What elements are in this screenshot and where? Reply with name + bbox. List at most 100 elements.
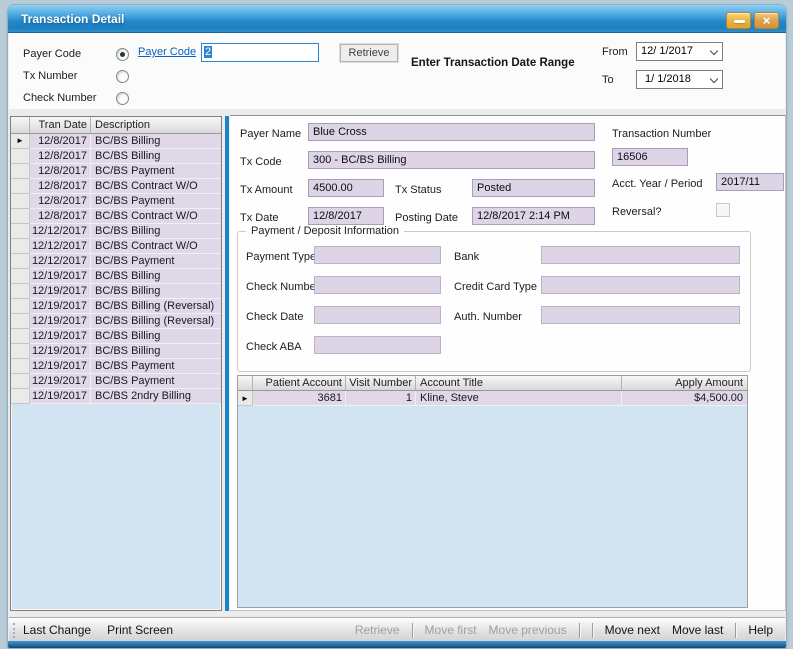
description-cell: BC/BS Payment xyxy=(91,194,221,209)
tran-date-cell: 12/19/2017 xyxy=(30,299,91,314)
description-cell: BC/BS Billing xyxy=(91,329,221,344)
toolbar-button-help[interactable]: Help xyxy=(748,623,773,637)
acct-year-period-field[interactable]: 2017/11 xyxy=(716,173,784,191)
close-button[interactable]: × xyxy=(754,12,779,29)
row-selector[interactable] xyxy=(11,164,30,179)
row-selector[interactable] xyxy=(11,284,30,299)
toolbar-button-move-next[interactable]: Move next xyxy=(605,623,660,637)
tran-date-column-header: Tran Date xyxy=(30,117,91,133)
auth-number-label: Auth. Number xyxy=(454,311,522,323)
radio-option-tx-number[interactable]: Tx Number xyxy=(23,65,129,87)
description-cell: BC/BS Contract W/O xyxy=(91,179,221,194)
transaction-list: Tran Date Description ►12/8/2017BC/BS Bi… xyxy=(10,116,222,611)
transaction-row[interactable]: 12/12/2017BC/BS Billing xyxy=(11,224,221,239)
transaction-row[interactable]: 12/12/2017BC/BS Payment xyxy=(11,254,221,269)
description-cell: BC/BS Payment xyxy=(91,374,221,389)
transaction-row[interactable]: 12/19/2017BC/BS Billing (Reversal) xyxy=(11,299,221,314)
description-cell: BC/BS Billing xyxy=(91,269,221,284)
transaction-row[interactable]: 12/12/2017BC/BS Contract W/O xyxy=(11,239,221,254)
transaction-number-field[interactable]: 16506 xyxy=(612,148,688,166)
radio-option-payer-code[interactable]: Payer Code xyxy=(23,43,129,65)
transaction-row[interactable]: 12/19/2017BC/BS Billing xyxy=(11,329,221,344)
visit-number-cell: 1 xyxy=(346,391,416,406)
radio-check-number[interactable] xyxy=(116,92,129,105)
row-selector[interactable] xyxy=(11,254,30,269)
transaction-row[interactable]: 12/19/2017BC/BS Billing xyxy=(11,284,221,299)
payer-code-input[interactable]: 2 xyxy=(201,43,319,62)
transaction-row[interactable]: 12/8/2017BC/BS Contract W/O xyxy=(11,179,221,194)
radio-payer-code[interactable] xyxy=(116,48,129,61)
description-cell: BC/BS Payment xyxy=(91,359,221,374)
toolbar-left-group: Last Change Print Screen xyxy=(23,619,173,641)
row-selector[interactable] xyxy=(11,374,30,389)
row-selector[interactable] xyxy=(11,194,30,209)
toolbar-button-move-last[interactable]: Move last xyxy=(672,623,723,637)
transaction-row[interactable]: ►12/8/2017BC/BS Billing xyxy=(11,134,221,149)
transaction-row[interactable]: 12/19/2017BC/BS 2ndry Billing xyxy=(11,389,221,404)
tran-date-cell: 12/8/2017 xyxy=(30,134,91,149)
row-selector[interactable] xyxy=(11,344,30,359)
retrieve-button[interactable]: Retrieve xyxy=(340,44,398,62)
row-selector[interactable] xyxy=(11,209,30,224)
auth-number-field[interactable] xyxy=(541,306,740,324)
row-selector[interactable] xyxy=(11,149,30,164)
minimize-button[interactable] xyxy=(726,12,751,29)
check-date-field[interactable] xyxy=(314,306,441,324)
transaction-row[interactable]: 12/8/2017BC/BS Contract W/O xyxy=(11,209,221,224)
transaction-row[interactable]: 12/19/2017BC/BS Payment xyxy=(11,359,221,374)
row-selector[interactable] xyxy=(11,179,30,194)
radio-tx-number[interactable] xyxy=(116,70,129,83)
transaction-row[interactable]: 12/19/2017BC/BS Billing (Reversal) xyxy=(11,314,221,329)
account-title-column-header: Account Title xyxy=(416,376,622,390)
row-selector[interactable] xyxy=(11,314,30,329)
check-number-field[interactable] xyxy=(314,276,441,294)
reversal-checkbox[interactable] xyxy=(716,203,730,217)
payer-name-field[interactable]: Blue Cross xyxy=(308,123,595,141)
tx-date-field[interactable]: 12/8/2017 xyxy=(308,207,384,225)
tran-date-cell: 12/12/2017 xyxy=(30,239,91,254)
account-title-cell: Kline, Steve xyxy=(416,391,622,406)
transaction-row[interactable]: 12/19/2017BC/BS Billing xyxy=(11,344,221,359)
row-selector[interactable]: ► xyxy=(11,134,30,149)
bank-field[interactable] xyxy=(541,246,740,264)
tran-date-cell: 12/19/2017 xyxy=(30,374,91,389)
payment-type-field[interactable] xyxy=(314,246,441,264)
credit-card-type-field[interactable] xyxy=(541,276,740,294)
payer-code-link[interactable]: Payer Code xyxy=(138,46,196,58)
row-selector[interactable] xyxy=(11,239,30,254)
to-date-dropdown[interactable]: 1/ 1/2018 xyxy=(636,70,723,89)
row-selector[interactable] xyxy=(11,299,30,314)
toolbar-button-print-screen[interactable]: Print Screen xyxy=(107,623,173,637)
row-selector[interactable] xyxy=(11,269,30,284)
transaction-list-header: Tran Date Description xyxy=(11,117,221,134)
tran-date-cell: 12/12/2017 xyxy=(30,224,91,239)
radio-option-check-number[interactable]: Check Number xyxy=(23,87,129,109)
toolbar-button-move-first: Move first xyxy=(425,623,477,637)
check-aba-field[interactable] xyxy=(314,336,441,354)
row-selector[interactable] xyxy=(11,359,30,374)
toolbar-button-last-change[interactable]: Last Change xyxy=(23,623,91,637)
row-selector[interactable] xyxy=(11,224,30,239)
apply-table: Patient Account Visit Number Account Tit… xyxy=(237,375,748,608)
apply-row[interactable]: ►36811Kline, Steve$4,500.00 xyxy=(238,391,747,406)
row-selector[interactable] xyxy=(11,389,30,404)
tx-amount-field[interactable]: 4500.00 xyxy=(308,179,384,197)
row-selector[interactable] xyxy=(11,329,30,344)
acct-year-period-label: Acct. Year / Period xyxy=(612,178,703,190)
toolbar-separator xyxy=(735,623,736,638)
tx-code-field[interactable]: 300 - BC/BS Billing xyxy=(308,151,595,169)
transaction-row[interactable]: 12/8/2017BC/BS Billing xyxy=(11,149,221,164)
check-date-label: Check Date xyxy=(246,311,303,323)
titlebar: Transaction Detail × xyxy=(8,5,786,33)
transaction-row[interactable]: 12/19/2017BC/BS Billing xyxy=(11,269,221,284)
from-date-dropdown[interactable]: 12/ 1/2017 xyxy=(636,42,723,61)
transaction-row[interactable]: 12/19/2017BC/BS Payment xyxy=(11,374,221,389)
row-selector[interactable]: ► xyxy=(238,391,253,406)
panel-splitter[interactable] xyxy=(225,116,229,611)
transaction-row[interactable]: 12/8/2017BC/BS Payment xyxy=(11,194,221,209)
description-column-header: Description xyxy=(91,117,221,133)
posting-date-field[interactable]: 12/8/2017 2:14 PM xyxy=(472,207,595,225)
transaction-row[interactable]: 12/8/2017BC/BS Payment xyxy=(11,164,221,179)
window-title: Transaction Detail xyxy=(21,12,124,26)
tx-status-field[interactable]: Posted xyxy=(472,179,595,197)
